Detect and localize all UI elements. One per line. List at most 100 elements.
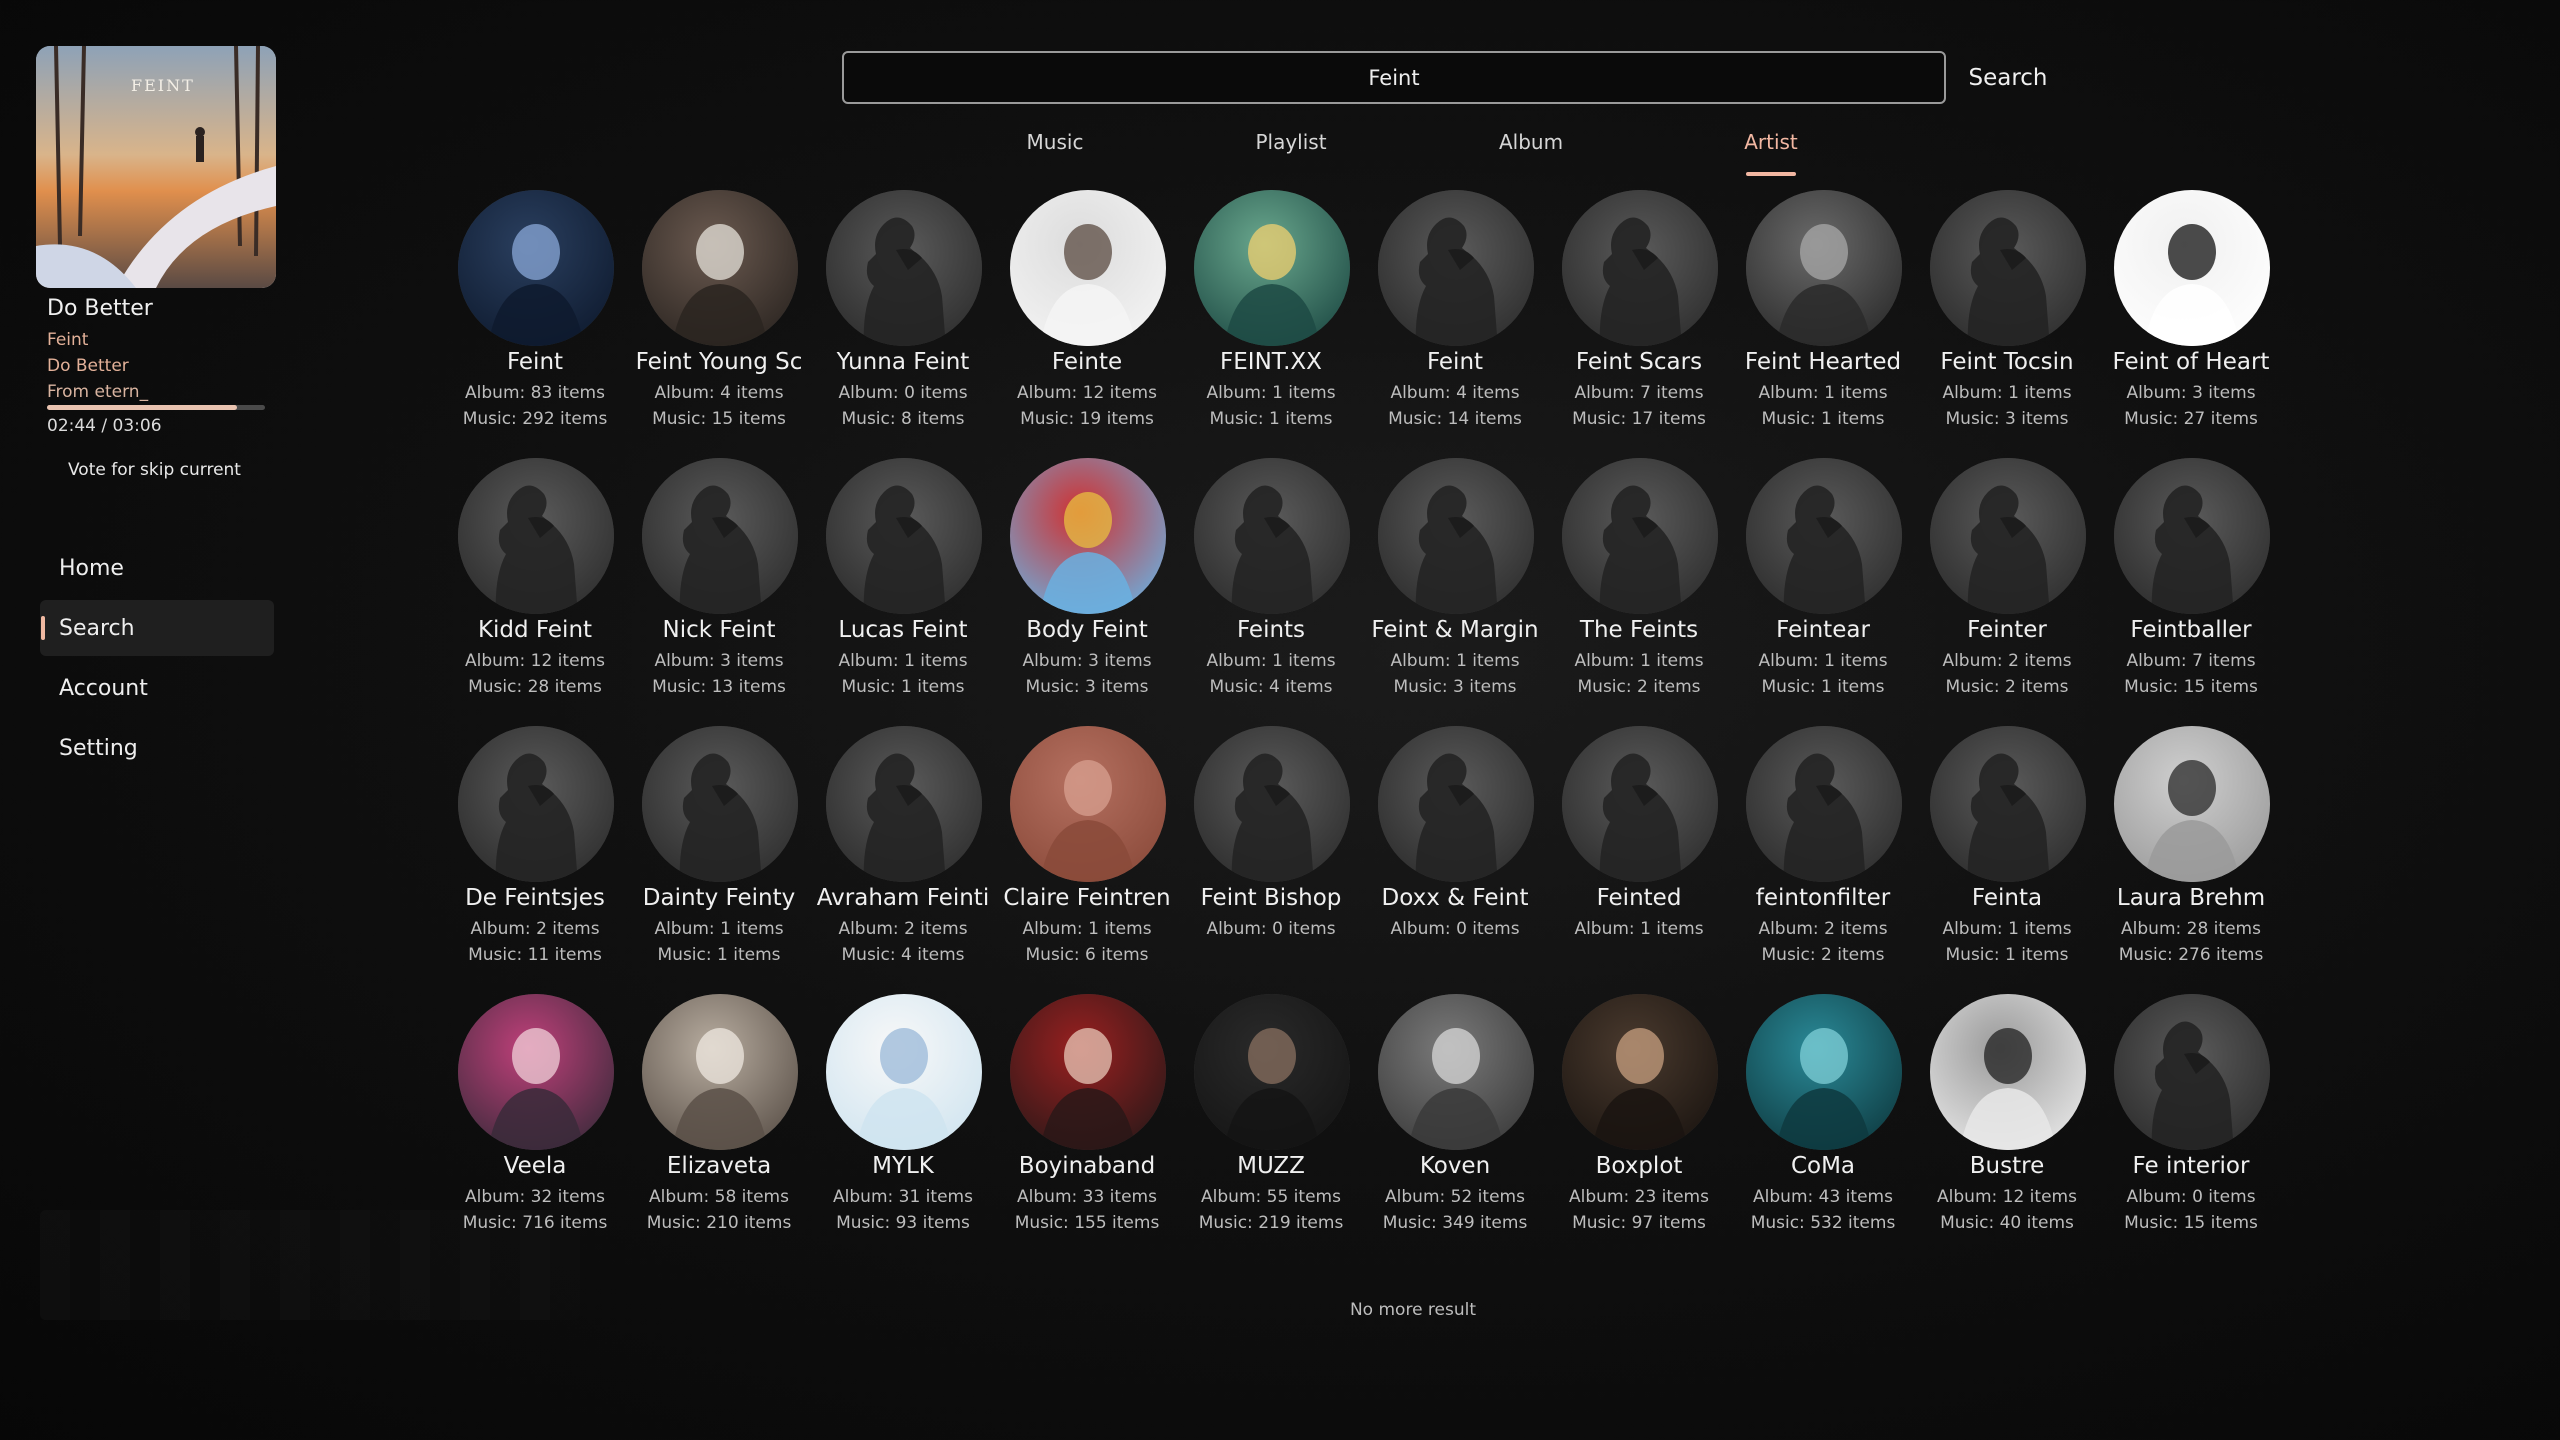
artist-avatar[interactable]: [1378, 994, 1534, 1150]
artist-avatar[interactable]: [642, 190, 798, 346]
artist-name[interactable]: Feintear: [1731, 617, 1915, 643]
artist-name[interactable]: Feint & Margin: [1363, 617, 1547, 643]
artist-placeholder-avatar[interactable]: [1930, 458, 2086, 614]
playback-progress-bar[interactable]: [47, 405, 265, 410]
artist-card[interactable]: CoMa Album: 43 items Music: 532 items: [1731, 992, 1915, 1260]
artist-avatar[interactable]: [1746, 190, 1902, 346]
artist-card[interactable]: Feint Scars Album: 7 items Music: 17 items: [1547, 188, 1731, 456]
artist-name[interactable]: Feint Bishop: [1179, 885, 1363, 911]
artist-card[interactable]: feintonfilter Album: 2 items Music: 2 item…: [1731, 724, 1915, 992]
artist-name[interactable]: Lucas Feint: [811, 617, 995, 643]
artist-card[interactable]: MYLK Album: 31 items Music: 93 items: [811, 992, 995, 1260]
artist-placeholder-avatar[interactable]: [1562, 726, 1718, 882]
artist-name[interactable]: Feint Tocsin: [1915, 349, 2099, 375]
artist-placeholder-avatar[interactable]: [1746, 726, 1902, 882]
vote-skip-button[interactable]: Vote for skip current: [68, 460, 241, 480]
artist-card[interactable]: Feinter Album: 2 items Music: 2 items: [1915, 456, 2099, 724]
artist-placeholder-avatar[interactable]: [1930, 726, 2086, 882]
artist-card[interactable]: Body Feint Album: 3 items Music: 3 items: [995, 456, 1179, 724]
artist-name[interactable]: Feints: [1179, 617, 1363, 643]
nav-item-account[interactable]: Account: [40, 660, 274, 716]
artist-card[interactable]: Feint Album: 83 items Music: 292 items: [443, 188, 627, 456]
artist-placeholder-avatar[interactable]: [458, 726, 614, 882]
artist-card[interactable]: Elizaveta Album: 58 items Music: 210 items: [627, 992, 811, 1260]
artist-name[interactable]: Claire Feintren: [995, 885, 1179, 911]
artist-card[interactable]: Doxx & Feint Album: 0 items: [1363, 724, 1547, 992]
artist-name[interactable]: CoMa: [1731, 1153, 1915, 1179]
artist-name[interactable]: Feint: [443, 349, 627, 375]
artist-name[interactable]: Feint of Heart: [2099, 349, 2283, 375]
artist-name[interactable]: Kidd Feint: [443, 617, 627, 643]
artist-card[interactable]: Dainty Feinty Album: 1 items Music: 1 item…: [627, 724, 811, 992]
artist-card[interactable]: Feintballer Album: 7 items Music: 15 items: [2099, 456, 2283, 724]
artist-card[interactable]: De Feintsjes Album: 2 items Music: 11 item…: [443, 724, 627, 992]
artist-name[interactable]: feintonfilter: [1731, 885, 1915, 911]
artist-card[interactable]: Lucas Feint Album: 1 items Music: 1 items: [811, 456, 995, 724]
tab-artist[interactable]: Artist: [1691, 126, 1851, 176]
artist-card[interactable]: MUZZ Album: 55 items Music: 219 items: [1179, 992, 1363, 1260]
artist-name[interactable]: Elizaveta: [627, 1153, 811, 1179]
artist-avatar[interactable]: [458, 994, 614, 1150]
artist-placeholder-avatar[interactable]: [826, 726, 982, 882]
artist-card[interactable]: Yunna Feint Album: 0 items Music: 8 items: [811, 188, 995, 456]
artist-placeholder-avatar[interactable]: [2114, 458, 2270, 614]
artist-card[interactable]: Feint of Heart Album: 3 items Music: 27 it…: [2099, 188, 2283, 456]
tab-playlist[interactable]: Playlist: [1211, 126, 1371, 176]
artist-placeholder-avatar[interactable]: [1930, 190, 2086, 346]
artist-avatar[interactable]: [1562, 994, 1718, 1150]
artist-card[interactable]: Bustre Album: 12 items Music: 40 items: [1915, 992, 2099, 1260]
artist-name[interactable]: Bustre: [1915, 1153, 2099, 1179]
now-playing-artist[interactable]: Feint: [47, 330, 88, 350]
artist-placeholder-avatar[interactable]: [1746, 458, 1902, 614]
artist-placeholder-avatar[interactable]: [1378, 190, 1534, 346]
search-input[interactable]: [842, 51, 1946, 104]
artist-name[interactable]: Boyinaband: [995, 1153, 1179, 1179]
artist-card[interactable]: Feintear Album: 1 items Music: 1 items: [1731, 456, 1915, 724]
artist-card[interactable]: FEINT.XX Album: 1 items Music: 1 items: [1179, 188, 1363, 456]
artist-card[interactable]: Laura Brehm Album: 28 items Music: 276 ite…: [2099, 724, 2283, 992]
artist-name[interactable]: Feint Hearted: [1731, 349, 1915, 375]
artist-placeholder-avatar[interactable]: [1194, 458, 1350, 614]
artist-name[interactable]: Feint: [1363, 349, 1547, 375]
artist-name[interactable]: The Feints: [1547, 617, 1731, 643]
artist-card[interactable]: Feint Bishop Album: 0 items: [1179, 724, 1363, 992]
artist-name[interactable]: Dainty Feinty: [627, 885, 811, 911]
artist-placeholder-avatar[interactable]: [642, 726, 798, 882]
artist-avatar[interactable]: [1010, 458, 1166, 614]
artist-placeholder-avatar[interactable]: [1562, 190, 1718, 346]
tab-album[interactable]: Album: [1451, 126, 1611, 176]
now-playing-album[interactable]: Do Better: [47, 356, 129, 376]
artist-avatar[interactable]: [1194, 190, 1350, 346]
artist-placeholder-avatar[interactable]: [826, 190, 982, 346]
artist-name[interactable]: Feinte: [995, 349, 1179, 375]
artist-card[interactable]: Feint Tocsin Album: 1 items Music: 3 items: [1915, 188, 2099, 456]
artist-avatar[interactable]: [1930, 994, 2086, 1150]
artist-avatar[interactable]: [1010, 190, 1166, 346]
artist-placeholder-avatar[interactable]: [1378, 458, 1534, 614]
tab-music[interactable]: Music: [975, 126, 1135, 176]
artist-avatar[interactable]: [642, 994, 798, 1150]
artist-name[interactable]: Feint Young Sc: [627, 349, 811, 375]
artist-name[interactable]: Nick Feint: [627, 617, 811, 643]
artist-card[interactable]: Koven Album: 52 items Music: 349 items: [1363, 992, 1547, 1260]
artist-card[interactable]: Veela Album: 32 items Music: 716 items: [443, 992, 627, 1260]
artist-name[interactable]: MYLK: [811, 1153, 995, 1179]
artist-name[interactable]: Fe interior: [2099, 1153, 2283, 1179]
artist-card[interactable]: Kidd Feint Album: 12 items Music: 28 items: [443, 456, 627, 724]
artist-card[interactable]: Boxplot Album: 23 items Music: 97 items: [1547, 992, 1731, 1260]
artist-name[interactable]: Avraham Feinti: [811, 885, 995, 911]
artist-placeholder-avatar[interactable]: [1562, 458, 1718, 614]
search-button[interactable]: Search: [1956, 51, 2060, 104]
artist-name[interactable]: Boxplot: [1547, 1153, 1731, 1179]
artist-card[interactable]: Feint Young Sc Album: 4 items Music: 15 it…: [627, 188, 811, 456]
artist-card[interactable]: Feinted Album: 1 items: [1547, 724, 1731, 992]
nav-item-home[interactable]: Home: [40, 540, 274, 596]
artist-card[interactable]: Feint Hearted Album: 1 items Music: 1 item…: [1731, 188, 1915, 456]
artist-card[interactable]: Nick Feint Album: 3 items Music: 13 items: [627, 456, 811, 724]
artist-card[interactable]: Boyinaband Album: 33 items Music: 155 item…: [995, 992, 1179, 1260]
artist-placeholder-avatar[interactable]: [1378, 726, 1534, 882]
artist-card[interactable]: Feinte Album: 12 items Music: 19 items: [995, 188, 1179, 456]
artist-avatar[interactable]: [1194, 994, 1350, 1150]
artist-avatar[interactable]: [2114, 190, 2270, 346]
artist-name[interactable]: Veela: [443, 1153, 627, 1179]
